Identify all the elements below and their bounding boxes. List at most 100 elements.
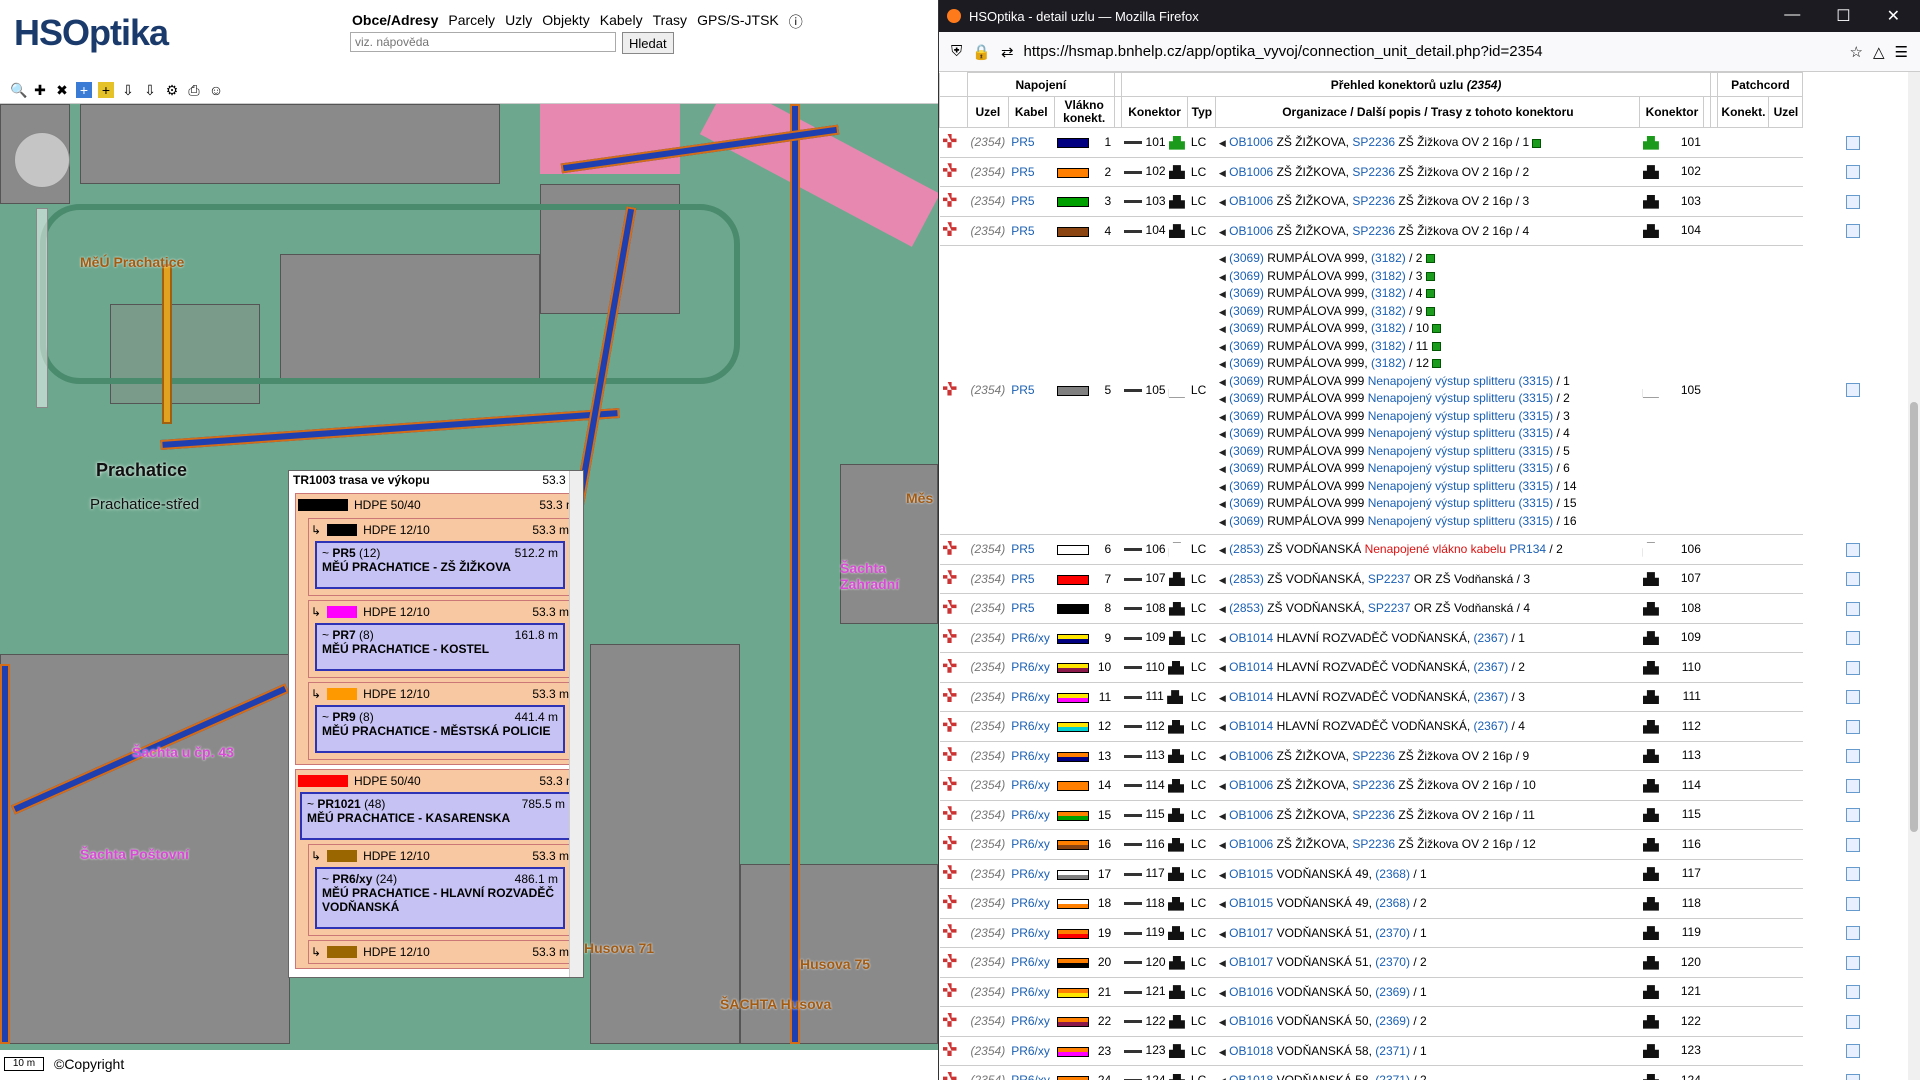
cell-kabel[interactable]: PR6/xy <box>1008 829 1055 860</box>
edit-icon[interactable] <box>1845 631 1860 646</box>
menu-icon[interactable]: ☰ <box>1895 43 1908 61</box>
edit-icon[interactable] <box>1845 808 1860 823</box>
org-link[interactable]: OB1014 <box>1229 719 1273 733</box>
connector-icon[interactable] <box>1642 955 1659 970</box>
org-link[interactable]: (3069) <box>1229 461 1264 475</box>
map-nav-control[interactable] <box>14 132 70 188</box>
route-link[interactable]: (2368) <box>1375 867 1410 881</box>
org-link[interactable]: OB1006 <box>1229 778 1273 792</box>
connector-icon[interactable] <box>1168 926 1185 941</box>
add-node-icon[interactable]: + <box>76 82 92 98</box>
route-link[interactable]: (2367) <box>1474 631 1509 645</box>
cable-card[interactable]: 486.1 m ~ PR6/xy (24) MĚÚ PRACHATICE - HLA… <box>315 867 565 929</box>
export-icon[interactable]: ⇩ <box>142 82 158 98</box>
connector-icon[interactable] <box>1642 719 1659 734</box>
cell-kabel[interactable]: PR6/xy <box>1008 682 1055 712</box>
connector-icon[interactable] <box>1642 224 1659 239</box>
cell-kabel[interactable]: PR6/xy <box>1008 741 1055 771</box>
map-label-sachta-ucp43[interactable]: Šachta u čp. 43 <box>132 744 234 760</box>
url-field[interactable]: https://hsmap.bnhelp.cz/app/optika_vyvoj… <box>1024 43 1840 60</box>
org-link[interactable]: (2853) <box>1229 601 1264 615</box>
hdpe-sub[interactable]: ↳ HDPE 12/10 53.3 m <box>308 940 572 964</box>
network-node-icon[interactable] <box>942 599 957 614</box>
org-link[interactable]: OB1006 <box>1229 165 1273 179</box>
bookmark-star-icon[interactable]: ☆ <box>1850 43 1863 61</box>
org-link[interactable]: (3069) <box>1229 409 1264 423</box>
route-link[interactable]: Nenapojený výstup splitteru (3315) <box>1368 374 1553 388</box>
cable-card[interactable]: 785.5 m ~ PR1021 (48) MĚÚ PRACHATICE - KAS… <box>300 792 572 840</box>
route-link[interactable]: (2367) <box>1474 690 1509 704</box>
connector-icon[interactable] <box>1168 601 1185 616</box>
route-link[interactable]: Nenapojený výstup splitteru (3315) <box>1368 479 1553 493</box>
connector-icon[interactable] <box>1168 631 1185 646</box>
cell-kabel[interactable]: PR6/xy <box>1008 800 1055 830</box>
connector-icon[interactable] <box>1642 985 1659 1000</box>
org-link[interactable]: OB1006 <box>1229 837 1273 851</box>
maximize-icon[interactable]: ☐ <box>1836 6 1850 26</box>
route-link[interactable]: (2368) <box>1375 896 1410 910</box>
network-node-icon[interactable] <box>942 983 957 998</box>
cell-kabel[interactable]: PR5 <box>1008 534 1055 565</box>
map-label-sachta-zahradni[interactable]: Šachta Zahradní <box>840 560 938 592</box>
cell-kabel[interactable]: PR5 <box>1008 186 1055 217</box>
nav-objekty[interactable]: Objekty <box>542 12 589 32</box>
scrollbar-thumb[interactable] <box>1910 402 1918 832</box>
nav-trasy[interactable]: Trasy <box>653 12 687 32</box>
network-node-icon[interactable] <box>942 747 957 762</box>
route-link[interactable]: (2371) <box>1375 1044 1410 1058</box>
route-link[interactable]: (2370) <box>1375 955 1410 969</box>
cell-kabel[interactable]: PR6/xy <box>1008 1065 1055 1080</box>
network-node-icon[interactable] <box>942 835 957 850</box>
connector-icon[interactable] <box>1642 690 1659 705</box>
route-link[interactable]: SP2236 <box>1352 778 1395 792</box>
connector-icon[interactable] <box>1168 837 1185 852</box>
connector-icon[interactable] <box>1168 896 1185 911</box>
route-link[interactable]: SP2237 <box>1368 572 1411 586</box>
route-link[interactable]: (3182) <box>1371 339 1406 353</box>
search-input[interactable] <box>350 32 616 52</box>
org-link[interactable]: OB1016 <box>1229 1014 1273 1028</box>
network-node-icon[interactable] <box>942 717 957 732</box>
connector-icon[interactable] <box>1168 572 1185 587</box>
connector-icon[interactable] <box>1642 749 1659 764</box>
cell-kabel[interactable]: PR6/xy <box>1008 918 1055 948</box>
network-node-icon[interactable] <box>942 806 957 821</box>
hdpe-group[interactable]: HDPE 50/40 53.3 m 785.5 m ~ PR1021 (48) MĚÚ… <box>295 769 579 969</box>
route-link[interactable]: Nenapojený výstup splitteru (3315) <box>1368 444 1553 458</box>
org-link[interactable]: (3069) <box>1229 374 1264 388</box>
cell-kabel[interactable]: PR6/xy <box>1008 711 1055 742</box>
org-link[interactable]: (3069) <box>1229 426 1264 440</box>
route-link[interactable]: SP2236 <box>1352 808 1395 822</box>
org-link[interactable]: OB1014 <box>1229 660 1273 674</box>
edit-icon[interactable] <box>1845 690 1860 705</box>
map-label-mes[interactable]: Měs <box>906 490 933 506</box>
route-link[interactable]: (3182) <box>1371 286 1406 300</box>
edit-icon[interactable] <box>1845 383 1860 398</box>
route-link[interactable]: Nenapojený výstup splitteru (3315) <box>1368 496 1553 510</box>
org-link[interactable]: (3069) <box>1229 479 1264 493</box>
connector-icon[interactable] <box>1168 1073 1185 1080</box>
network-node-icon[interactable] <box>942 540 957 555</box>
edit-icon[interactable] <box>1845 224 1860 239</box>
cell-kabel[interactable]: PR6/xy <box>1008 770 1055 801</box>
route-link[interactable]: Nenapojený výstup splitteru (3315) <box>1368 514 1553 528</box>
connector-icon[interactable] <box>1168 778 1185 793</box>
edit-icon[interactable] <box>1845 194 1860 209</box>
route-link[interactable]: (2367) <box>1474 660 1509 674</box>
edit-icon[interactable] <box>1845 660 1860 675</box>
org-link[interactable]: (3069) <box>1229 444 1264 458</box>
cell-kabel[interactable]: PR5 <box>1008 127 1055 158</box>
nav-kabely[interactable]: Kabely <box>600 12 643 32</box>
edit-icon[interactable] <box>1845 542 1860 557</box>
org-link[interactable]: OB1018 <box>1229 1073 1273 1080</box>
route-link[interactable]: SP2236 <box>1352 194 1395 208</box>
org-link[interactable]: OB1006 <box>1229 224 1273 238</box>
cell-kabel[interactable]: PR6/xy <box>1008 623 1055 653</box>
cell-kabel[interactable]: PR6/xy <box>1008 888 1055 919</box>
cell-kabel[interactable]: PR5 <box>1008 216 1055 246</box>
network-node-icon[interactable] <box>942 570 957 585</box>
edit-icon[interactable] <box>1845 749 1860 764</box>
copyright-text[interactable]: ©Copyright <box>54 1056 124 1072</box>
org-link[interactable]: OB1014 <box>1229 690 1273 704</box>
cable-card[interactable]: 161.8 m ~ PR7 (8) MĚÚ PRACHATICE - KOSTEL <box>315 623 565 671</box>
